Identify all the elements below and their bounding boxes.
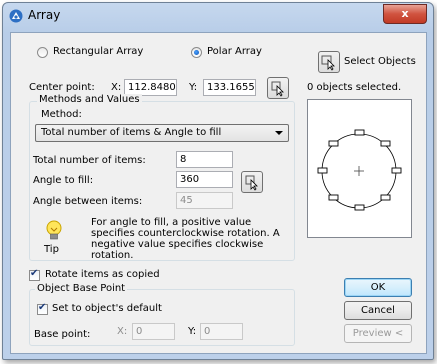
base-x-input[interactable]: 0 [132, 323, 175, 340]
close-button[interactable]: x [383, 4, 427, 24]
selection-status: 0 objects selected. [307, 82, 402, 93]
preview-button[interactable]: Preview < [344, 324, 412, 343]
chevron-down-icon [275, 131, 283, 135]
pick-angle-button[interactable] [241, 171, 263, 193]
polar-array-label[interactable]: Polar Array [207, 46, 262, 57]
polar-array-radio[interactable] [191, 47, 202, 58]
ok-button[interactable]: OK [344, 278, 412, 297]
base-point-group-label: Object Base Point [35, 283, 128, 294]
rectangular-array-radio[interactable] [37, 47, 48, 58]
polar-array-preview [317, 129, 402, 211]
center-point-label: Center point: [29, 82, 95, 93]
base-x-label: X: [117, 326, 128, 337]
base-y-label: Y: [188, 326, 197, 337]
set-default-label[interactable]: Set to object's default [52, 303, 162, 314]
method-dropdown[interactable]: Total number of items & Angle to fill [35, 124, 289, 142]
app-icon [9, 9, 23, 23]
angle-between-label: Angle between items: [33, 196, 143, 207]
title-bar[interactable]: Array x [3, 3, 433, 31]
base-point-label: Base point: [34, 329, 91, 340]
angle-between-input[interactable]: 45 [176, 192, 233, 209]
pick-angle-icon [245, 175, 258, 191]
set-default-checkbox[interactable] [37, 302, 48, 315]
method-label: Method: [41, 109, 82, 120]
cancel-button[interactable]: Cancel [344, 301, 412, 320]
tip-text: For angle to fill, a positive value spec… [91, 217, 280, 261]
total-items-label: Total number of items: [33, 155, 146, 166]
method-selected-value: Total number of items & Angle to fill [41, 127, 222, 138]
center-y-input[interactable]: 133.1655: [203, 79, 256, 96]
select-objects-button[interactable] [318, 51, 340, 73]
rotate-items-label[interactable]: Rotate items as copied [45, 269, 160, 280]
center-x-label: X: [111, 82, 122, 93]
lightbulb-tip-icon [46, 220, 62, 240]
pick-center-point-button[interactable] [267, 77, 289, 99]
angle-to-fill-input[interactable]: 360 [176, 171, 233, 188]
angle-to-fill-label: Angle to fill: [33, 175, 94, 186]
array-dialog: Array x Rectangular Array Polar Array Ce… [2, 2, 434, 360]
preview-pane [307, 99, 412, 238]
total-items-input[interactable]: 8 [176, 151, 233, 168]
pick-point-icon [271, 81, 284, 97]
dialog-body: Rectangular Array Polar Array Center poi… [10, 32, 427, 354]
window-title: Array [28, 8, 61, 22]
select-objects-icon [321, 55, 335, 71]
center-y-label: Y: [189, 82, 198, 93]
rotate-items-checkbox[interactable] [29, 268, 40, 281]
base-y-input[interactable]: 0 [200, 323, 243, 340]
close-icon: x [401, 7, 409, 20]
select-objects-label[interactable]: Select Objects [344, 56, 416, 67]
rectangular-array-label[interactable]: Rectangular Array [53, 46, 143, 57]
tip-label: Tip [44, 244, 59, 255]
methods-group-label: Methods and Values [37, 94, 142, 105]
